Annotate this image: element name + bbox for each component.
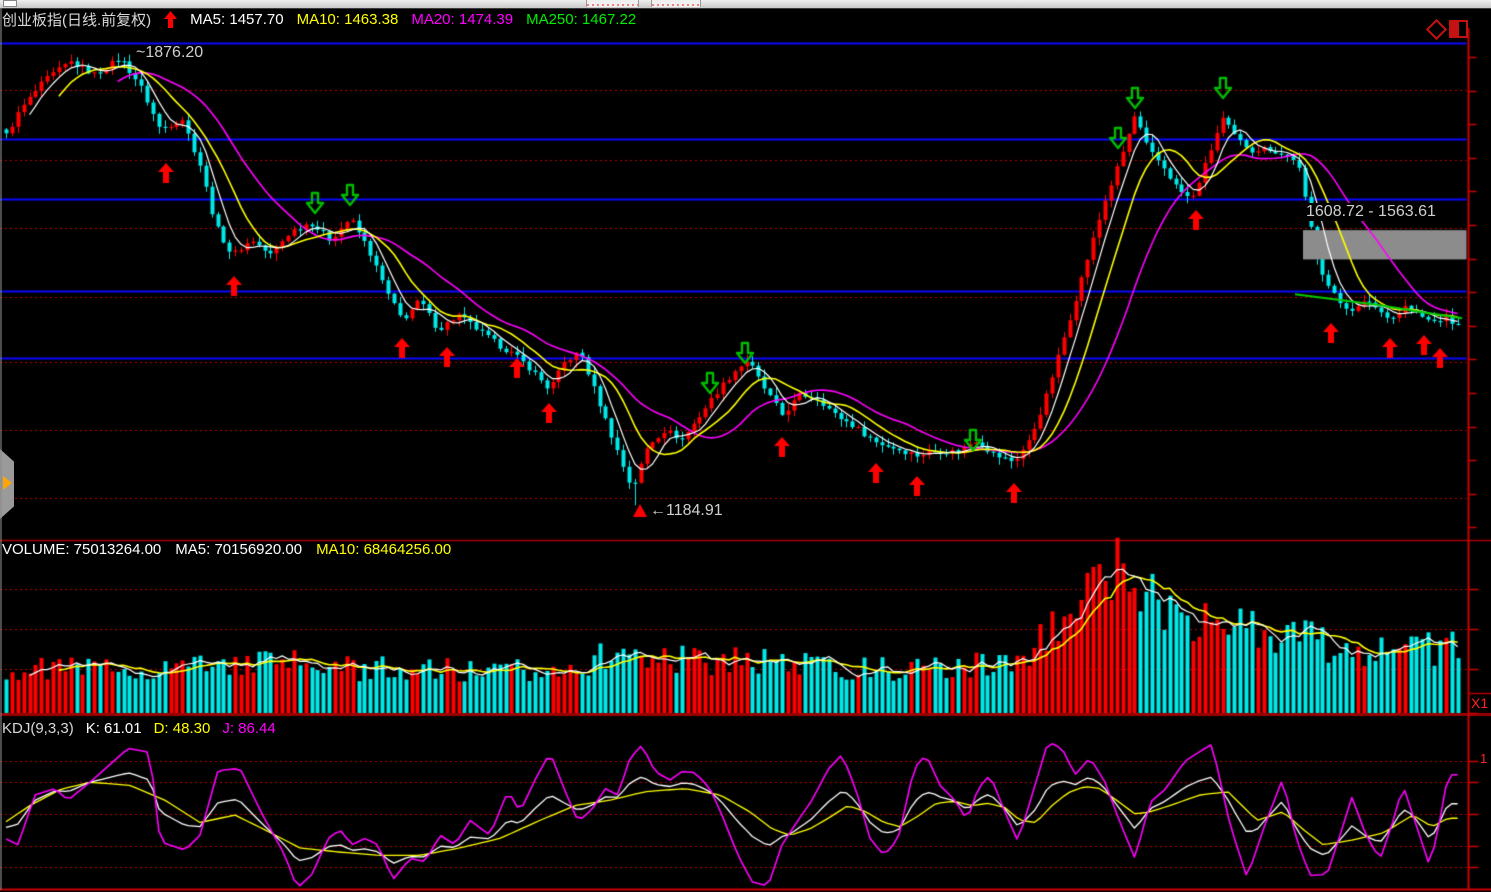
kdj-j-value: J: 86.44 <box>222 720 275 737</box>
volume-header: VOLUME: 75013264.00 MA5: 70156920.00 MA1… <box>2 541 451 558</box>
volume-ma5: MA5: 70156920.00 <box>175 541 302 558</box>
kdj-header: KDJ(9,3,3) K: 61.01 D: 48.30 J: 86.44 <box>2 720 276 737</box>
ma20-value: MA20: 1474.39 <box>411 11 513 28</box>
symbol-title: 创业板指(日线.前复权) <box>2 9 151 30</box>
ma250-value: MA250: 1467.22 <box>526 11 636 28</box>
high-price-annotation: ~1876.20 <box>136 44 203 62</box>
ma10-value: MA10: 1463.38 <box>297 11 399 28</box>
chart-header: 创业板指(日线.前复权) MA5: 1457.70 MA10: 1463.38 … <box>2 9 636 30</box>
window-left-edge <box>0 8 2 890</box>
kdj-d-value: D: 48.30 <box>154 720 211 737</box>
top-toolbar <box>0 0 1491 9</box>
gap-zone-label: 1608.72 - 1563.61 <box>1304 203 1438 221</box>
buy-button-clipped[interactable] <box>586 0 639 7</box>
x1-scale-label: X1 <box>1471 695 1488 711</box>
trading-app-window: 创业板指(日线.前复权) MA5: 1457.70 MA10: 1463.38 … <box>0 0 1491 892</box>
volume-ma10: MA10: 68464256.00 <box>316 541 451 558</box>
up-arrow-icon <box>164 11 177 28</box>
low-price-annotation: ←1184.91 <box>650 502 723 520</box>
kdj-title: KDJ(9,3,3) <box>2 720 74 737</box>
toolbar-icon-button[interactable] <box>3 0 17 7</box>
kdj-k-value: K: 61.01 <box>86 720 142 737</box>
kdj-axis-label-partial: 1 <box>1480 751 1487 766</box>
price-volume-kdj-chart-canvas[interactable] <box>0 0 1491 892</box>
sell-button-clipped[interactable] <box>651 0 701 7</box>
ma5-value: MA5: 1457.70 <box>190 11 283 28</box>
split-window-icon[interactable] <box>1449 20 1468 38</box>
volume-value: VOLUME: 75013264.00 <box>2 541 161 558</box>
expand-arrow-icon <box>3 476 12 490</box>
